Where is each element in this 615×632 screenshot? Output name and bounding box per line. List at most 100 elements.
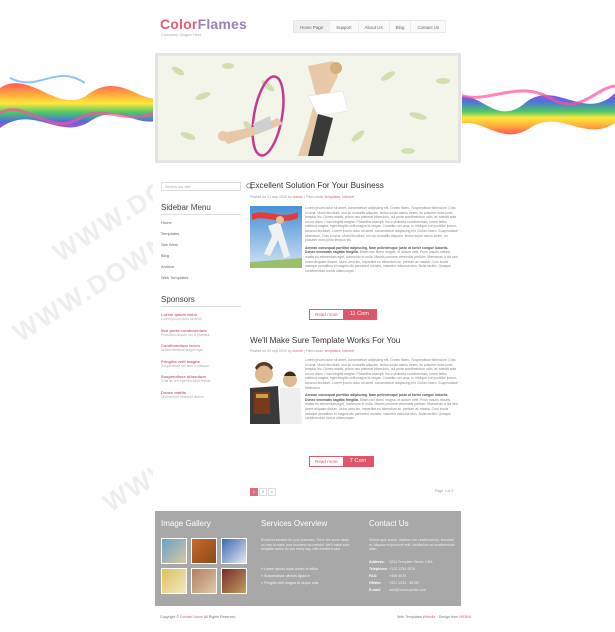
next-page-button[interactable]: »	[268, 488, 276, 496]
sponsor-item[interactable]: Condimentum lorem Nullam eleifend magna e…	[161, 343, 241, 359]
sponsor-item[interactable]: Donec mattis Ullamcorper tincidunt dictum	[161, 390, 241, 406]
post-paragraph: Lorem ipsum dolor sit amet, consectetuer…	[305, 206, 458, 243]
sponsor-item[interactable]: Fringilla velit magna Suspendisse vel ant…	[161, 359, 241, 375]
contact-label: Address:	[369, 560, 385, 564]
contact-label: FAX:	[369, 574, 378, 578]
contact-email-link[interactable]: mail@ourtemplate.com	[389, 588, 426, 592]
post-author-link[interactable]: Admin	[293, 349, 303, 353]
page-1-button[interactable]: 1	[250, 488, 258, 496]
sidebar-menu: Home Templates Site Werk Blog Archive We…	[161, 217, 241, 283]
copyright-link[interactable]: Domain Name	[180, 615, 203, 619]
site-logo[interactable]: ColorFlames	[160, 16, 247, 32]
services-list-label[interactable]: Suspendisse ultrices ligula in	[264, 574, 310, 578]
post-title[interactable]: Excellent Solution For Your Business	[250, 181, 384, 190]
post-actions: Read more 11 Com	[309, 309, 377, 320]
contact-value: 1234 Template Street, USA	[389, 560, 433, 564]
sidebar-item-home[interactable]: Home	[161, 217, 241, 228]
services-list-item[interactable]: » Lorem ipsum dolor donec et tellus	[261, 566, 318, 573]
credits: Web Templates Website · Design from WEB9…	[397, 615, 471, 619]
nav-home[interactable]: Home Page	[294, 21, 331, 32]
credits-mid: · Design from	[436, 615, 459, 619]
post-date: Posted on 20 sep 2010 by	[250, 349, 292, 353]
sponsor-item[interactable]: Sed porta condimentum Phasellus aliquet, …	[161, 328, 241, 344]
gallery-thumb[interactable]	[191, 538, 217, 564]
hero-banner	[155, 53, 461, 163]
copyright-suffix: All Rights Reserved	[203, 615, 236, 619]
sponsor-subtitle: Phasellus aliquet, leo a pharetra	[161, 332, 210, 337]
contact-text: Nullam quis auctor, duidbus non vestibul…	[369, 538, 455, 552]
services-list-item[interactable]: » Fringilla velit magna id neque duis	[261, 580, 318, 587]
post-filed-label: | Filed under	[303, 195, 324, 199]
credits-prefix: Web Templates	[397, 615, 422, 619]
sponsors-list: Lorem ipsum dolor Lorem ipsum dolor sit a…	[161, 312, 241, 405]
sponsor-item[interactable]: Suspendisse bibendum Cras ac orci eget ti…	[161, 374, 241, 390]
nav-about[interactable]: About Us	[359, 21, 390, 32]
comments-count-button[interactable]: 7 Com	[343, 456, 375, 467]
services-title: Services Overview	[261, 519, 328, 528]
gallery-thumb[interactable]	[161, 538, 187, 564]
gallery-thumb[interactable]	[191, 568, 217, 594]
page-container: ColorFlames Company Slogan Here Home Pag…	[153, 0, 471, 632]
contact-value: +321 1234 - 45789	[389, 581, 420, 585]
smoke-decoration-left	[0, 74, 160, 128]
post-image[interactable]	[250, 358, 302, 424]
services-list: » Lorem ipsum dolor donec et tellus » Su…	[261, 566, 318, 587]
post-tags-link[interactable]: templates, internet	[325, 195, 355, 199]
site-tagline: Company Slogan Here	[161, 32, 202, 37]
credits-link[interactable]: WEB98	[459, 615, 471, 619]
post-actions: Read more 7 Com	[309, 456, 375, 467]
post-paragraph: Aenean consequat porttitor adipiscing. N…	[305, 393, 459, 421]
search-input[interactable]: Search our site	[161, 182, 241, 191]
banner-image	[158, 56, 458, 160]
services-text: Excellent solution for your business: Th…	[261, 538, 350, 552]
sidebar-item-web-templates[interactable]: Web Templates	[161, 272, 241, 283]
contact-value: +456 4576	[389, 574, 407, 578]
post-filed-label: | Filed under	[303, 349, 324, 353]
gallery-title: Image Gallery	[161, 519, 211, 528]
sponsors-title: Sponsors	[161, 295, 195, 304]
contact-row: Telephone:+123 1234 4578	[369, 566, 432, 573]
logo-part2: Flames	[197, 16, 248, 32]
gallery-thumb[interactable]	[221, 538, 247, 564]
sponsor-subtitle: Ullamcorper tincidunt dictum	[161, 394, 204, 399]
sponsor-subtitle: Lorem ipsum dolor sit amet	[161, 317, 202, 321]
gallery-thumb[interactable]	[161, 568, 187, 594]
sidebar-item-archive[interactable]: Archive	[161, 261, 241, 272]
page-indicator: Page 1 of 2	[435, 489, 454, 493]
post-date: Posted on 21 sep 2010 by	[250, 195, 292, 199]
post-photo	[250, 206, 302, 268]
credits-link[interactable]: Website	[423, 615, 436, 619]
divider	[161, 214, 241, 215]
nav-contact[interactable]: Contact Us	[411, 21, 445, 32]
contact-row: FAX: +456 4576	[369, 573, 432, 580]
sidebar-item-site-werk[interactable]: Site Werk	[161, 239, 241, 250]
services-list-item[interactable]: » Suspendisse ultrices ligula in	[261, 573, 318, 580]
post-meta: Posted on 21 sep 2010 by Admin | Filed u…	[250, 195, 354, 199]
contact-label: Telephone:	[369, 567, 388, 571]
page-2-button[interactable]: 2	[259, 488, 267, 496]
contact-title: Contact Us	[369, 519, 409, 528]
comments-count-button[interactable]: 11 Com	[343, 309, 377, 320]
sponsor-subtitle: Nullam eleifend magna eget	[161, 348, 204, 352]
contact-value: +123 1234 4578	[389, 567, 416, 571]
footer: Image Gallery Services Overview Excellen…	[155, 511, 461, 606]
services-list-label[interactable]: Lorem ipsum dolor donec et tellus	[264, 567, 318, 571]
post-paragraph: Aenean consequat porttitor adipiscing. N…	[305, 246, 459, 274]
post-paragraph: Lorem ipsum dolor sit amet, consectetuer…	[305, 358, 458, 390]
nav-support[interactable]: Support	[330, 21, 359, 32]
gallery-thumb[interactable]	[221, 568, 247, 594]
read-more-button[interactable]: Read more	[309, 456, 344, 467]
sidebar-item-blog[interactable]: Blog	[161, 250, 241, 261]
sidebar-item-templates[interactable]: Templates	[161, 228, 241, 239]
post-author-link[interactable]: Admin	[293, 195, 303, 199]
smoke-decoration-right	[455, 84, 615, 135]
services-list-label[interactable]: Fringilla velit magna id neque duis	[264, 581, 318, 585]
post-tags-link[interactable]: templates, internet	[325, 349, 355, 353]
post-title[interactable]: We'll Make Sure Template Works For You	[250, 336, 400, 345]
post-image[interactable]	[250, 206, 302, 268]
sponsor-subtitle: Cras ac orci eget tincidunt metus	[161, 379, 211, 383]
nav-blog[interactable]: Blog	[390, 21, 412, 32]
divider	[161, 306, 241, 307]
sponsor-item[interactable]: Lorem ipsum dolor Lorem ipsum dolor sit a…	[161, 312, 241, 328]
read-more-button[interactable]: Read more	[309, 309, 344, 320]
